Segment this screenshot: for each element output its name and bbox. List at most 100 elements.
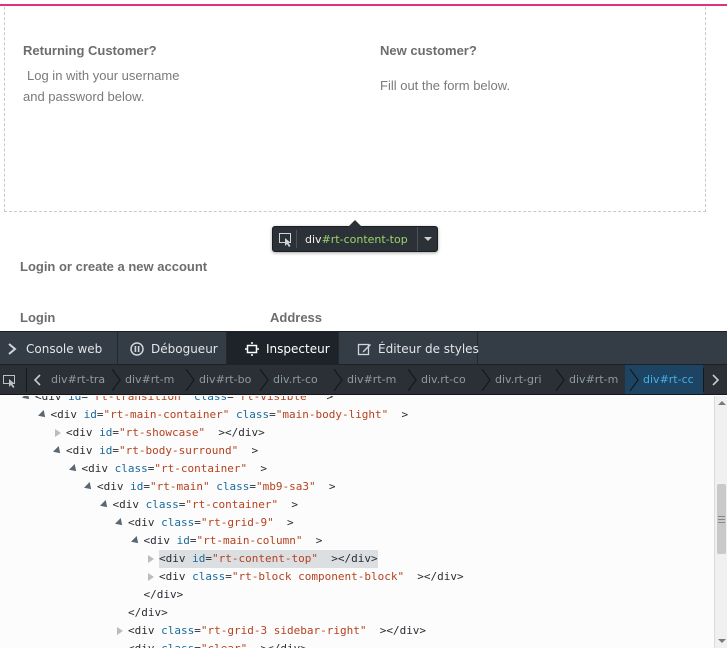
tab-style-editor-label: Éditeur de styles bbox=[378, 342, 479, 356]
collapsed-twisty-icon[interactable] bbox=[147, 555, 155, 563]
attribute-value[interactable]: "rt-visible" bbox=[234, 396, 313, 403]
attribute-value[interactable]: "rt-body-surround" bbox=[119, 444, 238, 457]
breadcrumb-item[interactable]: div.rt-gri bbox=[495, 373, 555, 386]
expanded-twisty-icon[interactable] bbox=[70, 465, 78, 473]
infobar-tag: div bbox=[305, 233, 322, 246]
attribute-name[interactable]: id bbox=[93, 426, 112, 439]
breadcrumb-item[interactable]: div#rt-cc bbox=[643, 373, 701, 386]
breadcrumb: div#rt-tra div#rt-m div#rt-bo div.rt-co div#… bbox=[0, 365, 727, 395]
markup-node-text: </div> bbox=[144, 586, 184, 604]
tag-name: <div bbox=[143, 534, 171, 547]
breadcrumb-item[interactable]: div#rt-m bbox=[569, 373, 629, 386]
breadcrumb-item[interactable]: div#rt-m bbox=[125, 373, 185, 386]
tab-inspector[interactable]: Inspecteur bbox=[227, 332, 339, 365]
breadcrumb-selector: #rt-m bbox=[363, 373, 397, 386]
breadcrumb-item[interactable]: div#rt-tra bbox=[51, 373, 111, 386]
attribute-value[interactable]: "main-body-light" bbox=[276, 408, 389, 421]
attribute-value[interactable]: "rt-block component-block" bbox=[232, 570, 404, 583]
breadcrumb-item[interactable]: div#rt-bo bbox=[199, 373, 259, 386]
attribute-name[interactable]: class bbox=[155, 516, 194, 529]
attribute-equals: = bbox=[194, 642, 201, 648]
expanded-twisty-icon[interactable] bbox=[101, 501, 109, 509]
tag-name: <div bbox=[66, 426, 93, 439]
breadcrumb-selector: #rt-tra bbox=[67, 373, 106, 386]
breadcrumb-item[interactable]: div.rt-co bbox=[273, 373, 333, 386]
style-editor-icon bbox=[357, 342, 371, 356]
attribute-value[interactable]: "mb9-sa3" bbox=[256, 480, 316, 493]
breadcrumb-selector: #rt-m bbox=[141, 373, 175, 386]
attribute-value[interactable]: "rt-content-top" bbox=[212, 552, 318, 565]
tag-name: <div bbox=[50, 408, 78, 421]
markup-view[interactable]: <div id="rt-transition" class="rt-visibl… bbox=[0, 396, 714, 648]
attribute-name[interactable]: class bbox=[229, 408, 269, 421]
attribute-name[interactable]: id bbox=[186, 552, 205, 565]
attribute-name[interactable]: class bbox=[155, 642, 194, 648]
attribute-value[interactable]: "rt-container" bbox=[185, 498, 278, 511]
login-panel bbox=[4, 7, 706, 212]
breadcrumb-separator-icon bbox=[333, 368, 343, 392]
attribute-value[interactable]: "clear" bbox=[201, 642, 247, 648]
expanded-twisty-icon[interactable] bbox=[39, 411, 47, 419]
breadcrumb-selector: .rt-gri bbox=[510, 373, 542, 386]
tag-tail: ></div> bbox=[247, 642, 306, 648]
attribute-value[interactable]: "rt-showcase" bbox=[119, 426, 205, 439]
attribute-value[interactable]: "rt-grid-9" bbox=[201, 516, 274, 529]
attribute-value[interactable]: "rt-grid-3 sidebar-right" bbox=[201, 624, 367, 637]
collapsed-twisty-icon[interactable] bbox=[116, 627, 124, 635]
attribute-value[interactable]: "rt-main" bbox=[150, 480, 210, 493]
breadcrumb-item[interactable]: div.rt-co bbox=[421, 373, 481, 386]
tag-tail: > bbox=[278, 498, 298, 511]
breadcrumb-tag: div bbox=[125, 373, 142, 386]
top-accent-line bbox=[0, 0, 727, 7]
markup-scrollbar[interactable] bbox=[714, 396, 727, 648]
attribute-value[interactable]: "rt-container" bbox=[154, 462, 247, 475]
attribute-name[interactable]: id bbox=[77, 408, 97, 421]
expanded-twisty-icon[interactable] bbox=[116, 519, 124, 527]
breadcrumb-separator-icon bbox=[629, 368, 639, 392]
attribute-name[interactable]: id bbox=[62, 396, 81, 403]
tag-tail: > bbox=[247, 462, 267, 475]
collapsed-twisty-icon[interactable] bbox=[54, 429, 62, 437]
collapsed-twisty-icon[interactable] bbox=[147, 573, 155, 581]
expanded-twisty-icon[interactable] bbox=[132, 537, 140, 545]
expanded-twisty-icon[interactable] bbox=[54, 447, 62, 455]
markup-node-text: <div class="rt-grid-9" > bbox=[128, 514, 294, 532]
attribute-name[interactable]: class bbox=[108, 462, 148, 475]
attribute-equals: = bbox=[194, 516, 201, 529]
attribute-name[interactable]: class bbox=[139, 498, 179, 511]
pick-element-icon[interactable] bbox=[277, 230, 297, 248]
web-page: Returning Customer? Log in with your use… bbox=[0, 0, 727, 331]
attribute-value[interactable]: "rt-main-column" bbox=[197, 534, 303, 547]
attribute-value[interactable]: "rt-main-container" bbox=[104, 408, 230, 421]
address-label: Address bbox=[270, 310, 323, 325]
tag-name: <div bbox=[159, 570, 186, 583]
scroll-up-icon[interactable] bbox=[718, 401, 726, 405]
attribute-name[interactable]: class bbox=[155, 624, 194, 637]
markup-node-text: <div id="rt-body-surround" > bbox=[66, 442, 258, 460]
infobar-menu-button[interactable] bbox=[417, 227, 437, 251]
scroll-down-icon[interactable] bbox=[718, 639, 726, 643]
breadcrumb-scroll-right[interactable] bbox=[703, 368, 725, 392]
breadcrumb-item[interactable]: div#rt-m bbox=[347, 373, 407, 386]
tab-inspector-label: Inspecteur bbox=[266, 342, 330, 356]
tab-debugger[interactable]: Débogueur bbox=[118, 332, 227, 365]
expanded-twisty-icon[interactable] bbox=[85, 483, 93, 491]
attribute-name[interactable]: class bbox=[187, 396, 227, 403]
attribute-name[interactable]: id bbox=[124, 480, 143, 493]
attribute-name[interactable]: id bbox=[170, 534, 190, 547]
breadcrumb-tag: div bbox=[421, 373, 437, 386]
tab-console[interactable]: Console web bbox=[0, 332, 118, 365]
expanded-twisty-icon[interactable] bbox=[23, 396, 31, 401]
scrollbar-thumb[interactable] bbox=[717, 484, 726, 554]
markup-node-text: <div id="rt-main-container" class="main-… bbox=[51, 406, 409, 424]
attribute-value[interactable]: "rt-transition" bbox=[88, 396, 187, 403]
breadcrumb-selector: .rt-co bbox=[436, 373, 466, 386]
attribute-name[interactable]: id bbox=[93, 444, 112, 457]
infobar-arrow bbox=[348, 220, 362, 227]
tab-style-editor[interactable]: Éditeur de styles bbox=[339, 332, 479, 365]
attribute-name[interactable]: class bbox=[186, 570, 225, 583]
attribute-name[interactable]: class bbox=[210, 480, 249, 493]
closing-tag: </div> bbox=[128, 606, 168, 619]
tag-tail: > bbox=[273, 516, 294, 529]
console-icon bbox=[6, 342, 20, 356]
